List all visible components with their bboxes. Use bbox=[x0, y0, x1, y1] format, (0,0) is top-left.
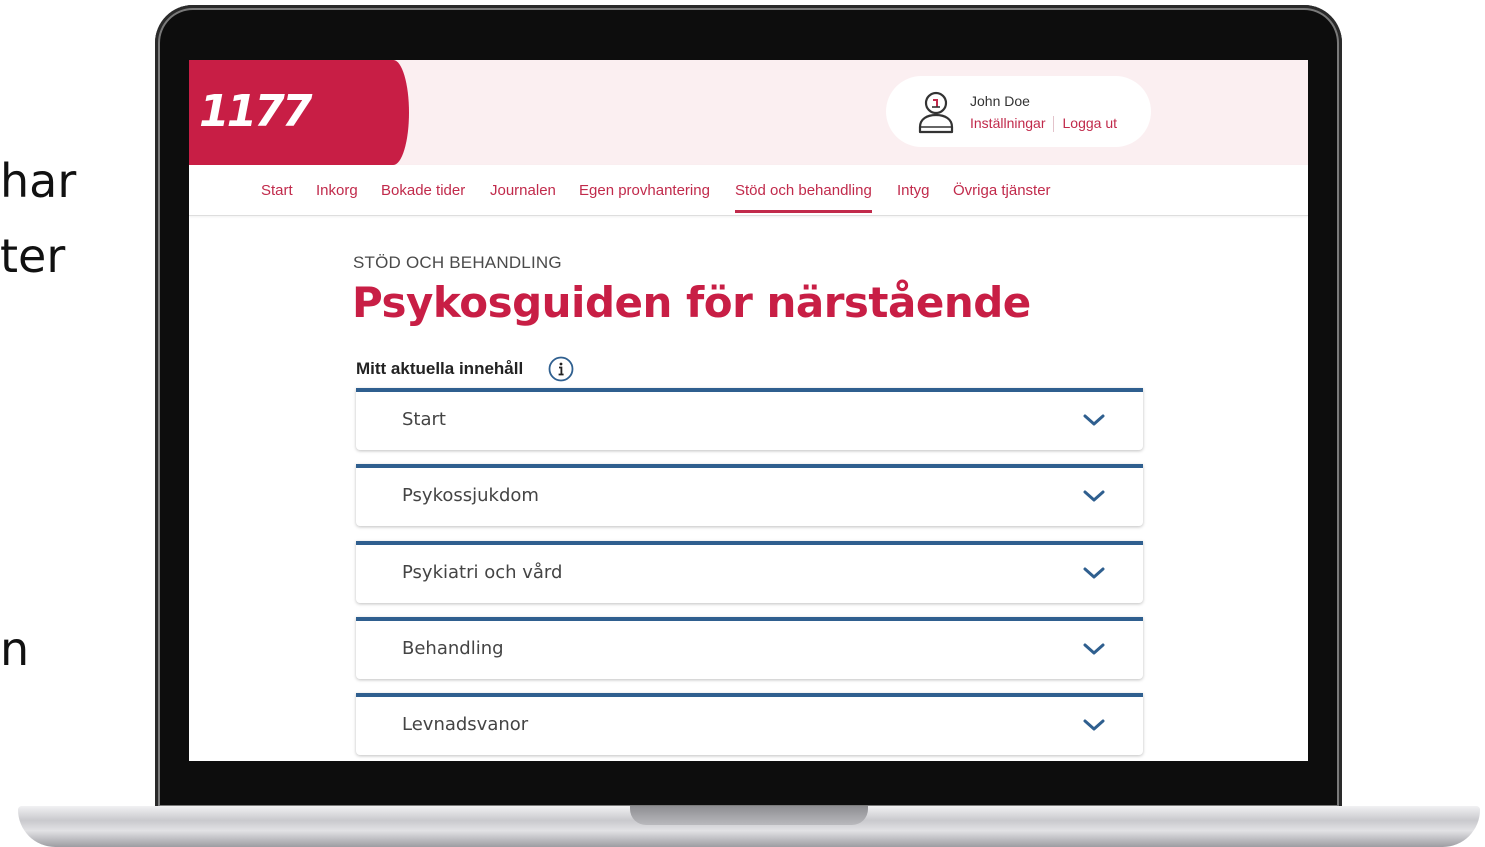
logo[interactable]: 1177 bbox=[189, 60, 409, 165]
link-divider bbox=[1052, 116, 1054, 133]
main-nav: Start Inkorg Bokade tider Journalen Egen… bbox=[189, 165, 1308, 216]
logout-link[interactable]: Logga ut bbox=[1063, 115, 1118, 131]
chevron-down-icon bbox=[1083, 490, 1105, 502]
logo-text: 1177 bbox=[199, 86, 312, 137]
accordion-item-psykiatri-och-vard[interactable]: Psykiatri och vård bbox=[356, 541, 1143, 603]
accordion-item-psykossjukdom[interactable]: Psykossjukdom bbox=[356, 464, 1143, 526]
nav-item-journalen[interactable]: Journalen bbox=[490, 182, 556, 199]
chevron-down-icon bbox=[1083, 414, 1105, 426]
chevron-down-icon bbox=[1083, 643, 1105, 655]
section-label: Mitt aktuella innehåll bbox=[356, 359, 524, 378]
page-title: Psykosguiden för närstående bbox=[352, 278, 1031, 327]
slide-text-fragment: har bbox=[0, 154, 77, 208]
accordion-label: Behandling bbox=[402, 638, 504, 659]
user-menu: John Doe Inställningar Logga ut bbox=[886, 76, 1151, 147]
accordion-label: Psykiatri och vård bbox=[402, 562, 563, 583]
nav-item-inkorg[interactable]: Inkorg bbox=[316, 182, 358, 199]
nav-item-ovriga-tjanster[interactable]: Övriga tjänster bbox=[953, 182, 1051, 199]
page-kicker: STÖD OCH BEHANDLING bbox=[353, 253, 562, 272]
nav-item-stod-och-behandling[interactable]: Stöd och behandling bbox=[735, 182, 872, 213]
chevron-down-icon bbox=[1083, 567, 1105, 579]
slide-text-fragment: n bbox=[0, 622, 30, 676]
accordion-label: Psykossjukdom bbox=[402, 485, 539, 506]
nav-item-bokade-tider[interactable]: Bokade tider bbox=[381, 182, 465, 199]
accordion-item-start[interactable]: Start bbox=[356, 388, 1143, 450]
info-icon[interactable] bbox=[548, 356, 574, 382]
settings-link[interactable]: Inställningar bbox=[970, 115, 1046, 131]
nav-item-intyg[interactable]: Intyg bbox=[897, 182, 930, 199]
accordion-label: Start bbox=[402, 409, 446, 430]
accordion-item-behandling[interactable]: Behandling bbox=[356, 617, 1143, 679]
nav-item-start[interactable]: Start bbox=[261, 182, 293, 199]
laptop-screen: 1177 John Doe Inställningar Logga ut Star… bbox=[189, 60, 1308, 761]
laptop-notch bbox=[630, 806, 868, 825]
site-header: 1177 John Doe Inställningar Logga ut bbox=[189, 60, 1308, 165]
user-icon bbox=[918, 91, 954, 134]
slide-text-fragment: ter bbox=[0, 229, 66, 283]
user-links: Inställningar Logga ut bbox=[970, 115, 1118, 133]
user-name: John Doe bbox=[970, 93, 1030, 109]
nav-item-egen-provhantering[interactable]: Egen provhantering bbox=[579, 182, 710, 199]
accordion-item-levnadsvanor[interactable]: Levnadsvanor bbox=[356, 693, 1143, 755]
chevron-down-icon bbox=[1083, 719, 1105, 731]
accordion-label: Levnadsvanor bbox=[402, 714, 529, 735]
